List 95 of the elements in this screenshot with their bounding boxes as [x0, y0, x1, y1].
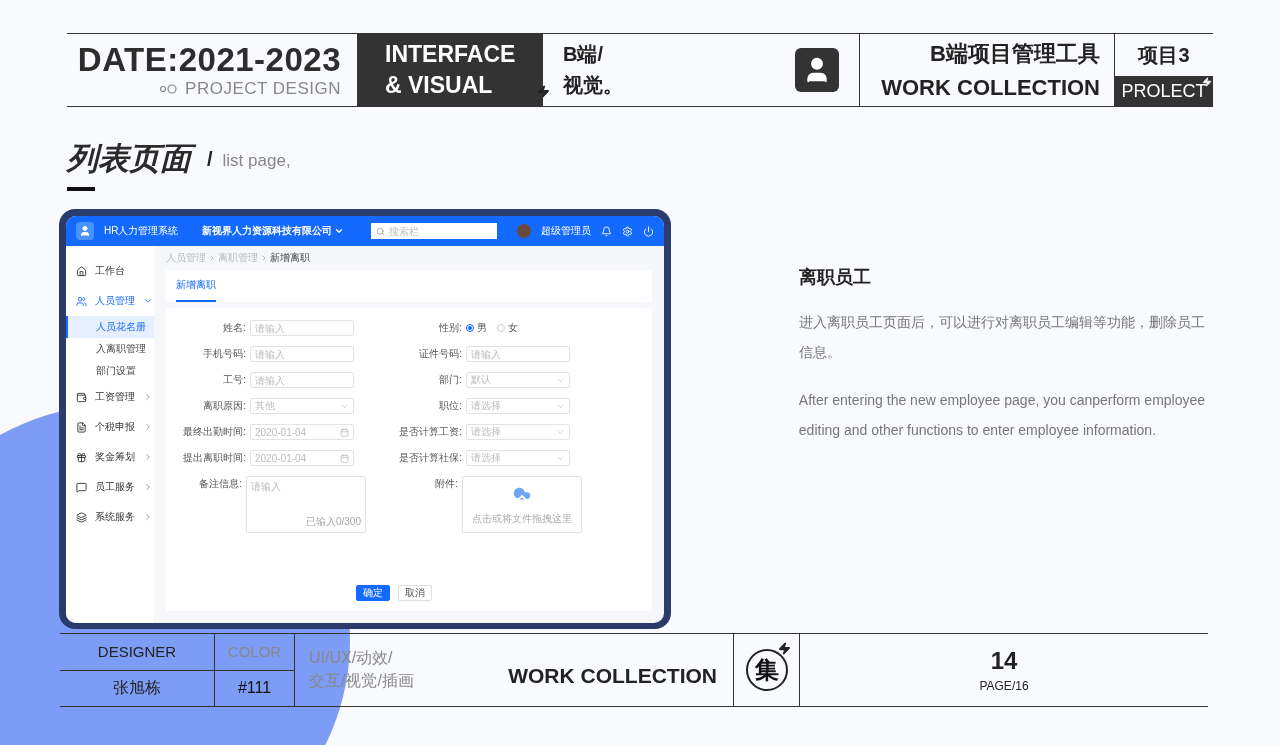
layers-icon: [76, 511, 87, 523]
project-title: B端项目管理工具: [930, 40, 1100, 68]
field-label: 备注信息:: [198, 477, 243, 491]
sidebar-subitem[interactable]: 人员花名册: [66, 316, 154, 338]
company-name[interactable]: 新视界人力资源科技有限公司: [202, 224, 333, 238]
sidebar-item[interactable]: 工资管理: [66, 382, 154, 412]
field-label: 部门:: [438, 373, 462, 387]
radio-option[interactable]: 女: [497, 321, 518, 335]
page-number: 14: [990, 647, 1018, 675]
wallet-icon: [76, 391, 87, 403]
sidebar-subitem[interactable]: 部门设置: [66, 360, 154, 382]
confirm-button[interactable]: 确定: [355, 585, 390, 601]
breadcrumb-item: 新增离职: [270, 251, 310, 265]
bolt-icon: [778, 642, 791, 655]
sidebar-item[interactable]: 人员管理: [66, 286, 154, 316]
field-label: 离职原因:: [202, 399, 246, 413]
designer-name: 张旭栋: [112, 677, 162, 698]
color-label: COLOR: [215, 634, 294, 671]
chevron-right-icon: [143, 422, 153, 432]
app-title: HR人力管理系统: [104, 224, 179, 238]
color-value: #111: [236, 678, 273, 699]
power-icon[interactable]: [642, 225, 654, 237]
search-field[interactable]: 搜索栏: [370, 223, 497, 239]
field-label: 工号:: [222, 373, 246, 387]
user-icon: [795, 48, 839, 92]
sidebar-item[interactable]: 个税申报: [66, 412, 154, 442]
banner-text: INTERFACE: [385, 41, 517, 68]
field-label: 附件:: [434, 477, 459, 491]
field-label: 手机号码:: [202, 347, 246, 361]
field-label: 证件号码:: [418, 347, 462, 361]
sidebar-subitem[interactable]: 入离职管理: [66, 338, 154, 360]
search-input[interactable]: 搜索栏: [388, 225, 489, 237]
description-text: After entering the new employee page, you canperform employee editing and other functions to enter employee information.: [798, 391, 1207, 440]
section-subtitle: list page,: [222, 151, 291, 171]
upload-area[interactable]: 点击或将文件拖拽这里: [462, 476, 582, 533]
users-icon: [76, 295, 87, 307]
logo-icon: [76, 222, 94, 240]
field-label: 职位:: [438, 399, 462, 413]
chevron-right-icon: [260, 254, 268, 262]
rings-icon: [159, 84, 180, 94]
char-counter: 已输入0/300: [305, 515, 361, 529]
tab[interactable]: 新增离职: [176, 278, 216, 302]
bolt-icon: [537, 85, 550, 98]
chat-icon: [76, 481, 87, 493]
upload-hint: 点击或将文件拖拽这里: [472, 511, 573, 526]
chevron-down-icon: [143, 296, 153, 306]
title-underline: [67, 187, 95, 191]
subtitle: PROJECT DESIGN: [185, 79, 341, 99]
sidebar-item[interactable]: 奖金筹划: [66, 442, 154, 472]
section-title: 列表页面: [67, 139, 197, 179]
collection-title: WORK COLLECTION: [881, 75, 1100, 101]
chevron-right-icon: [143, 452, 153, 462]
designer-label: DESIGNER: [60, 634, 214, 671]
sidebar-item[interactable]: 员工服务: [66, 472, 154, 502]
field-label: 是否计算工资:: [398, 425, 462, 439]
field-label: 最终出勤时间:: [182, 425, 246, 439]
chevron-right-icon: [143, 392, 153, 402]
bell-icon[interactable]: [600, 225, 612, 237]
search-icon: [375, 226, 385, 236]
description-heading: 离职员工: [798, 266, 872, 289]
field-label: 性别:: [438, 321, 462, 335]
remarks-input[interactable]: 请输入: [247, 477, 365, 515]
collection-title: WORK COLLECTION: [508, 664, 717, 688]
chevron-right-icon: [143, 482, 153, 492]
calendar-icon: [340, 427, 349, 437]
chevron-right-icon: [143, 512, 153, 522]
field-label: 是否计算社保:: [398, 451, 462, 465]
input-field[interactable]: 请输入: [466, 346, 570, 362]
radio-option[interactable]: 男: [466, 321, 487, 335]
project-number: 项目3: [1136, 42, 1191, 68]
settings-icon[interactable]: [621, 225, 633, 237]
house-icon: [76, 265, 87, 277]
caret-icon[interactable]: [334, 226, 345, 236]
project-label: PROLECT: [1115, 76, 1213, 106]
field-label: 姓名:: [222, 321, 246, 335]
chevron-right-icon: [208, 254, 216, 262]
description-text: 进入离职员工页面后，可以进行对离职员工编辑等功能，删除员工信息。: [798, 313, 1206, 362]
banner-text: & VISUAL: [385, 72, 494, 99]
date-title: DATE:2021-2023: [77, 41, 341, 79]
tag-text: B端/: [563, 42, 604, 67]
cancel-button[interactable]: 取消: [397, 585, 432, 601]
input-field[interactable]: 请输入: [250, 372, 354, 388]
sidebar-item[interactable]: 工作台: [66, 256, 154, 286]
document-icon: [76, 421, 87, 433]
user-name: 超级管理员: [540, 224, 591, 238]
gift-icon: [76, 451, 87, 463]
remarks-field[interactable]: 请输入 已输入0/300: [246, 476, 366, 533]
calendar-icon: [340, 453, 349, 463]
tag-text: 视觉。: [563, 73, 624, 98]
sidebar-item[interactable]: 系统服务: [66, 502, 154, 532]
slash-text: /: [207, 148, 213, 171]
input-field[interactable]: 请输入: [250, 346, 354, 362]
page-total: PAGE/16: [979, 679, 1029, 693]
field-label: 提出离职时间:: [182, 451, 246, 465]
input-field[interactable]: 请输入: [250, 320, 354, 336]
